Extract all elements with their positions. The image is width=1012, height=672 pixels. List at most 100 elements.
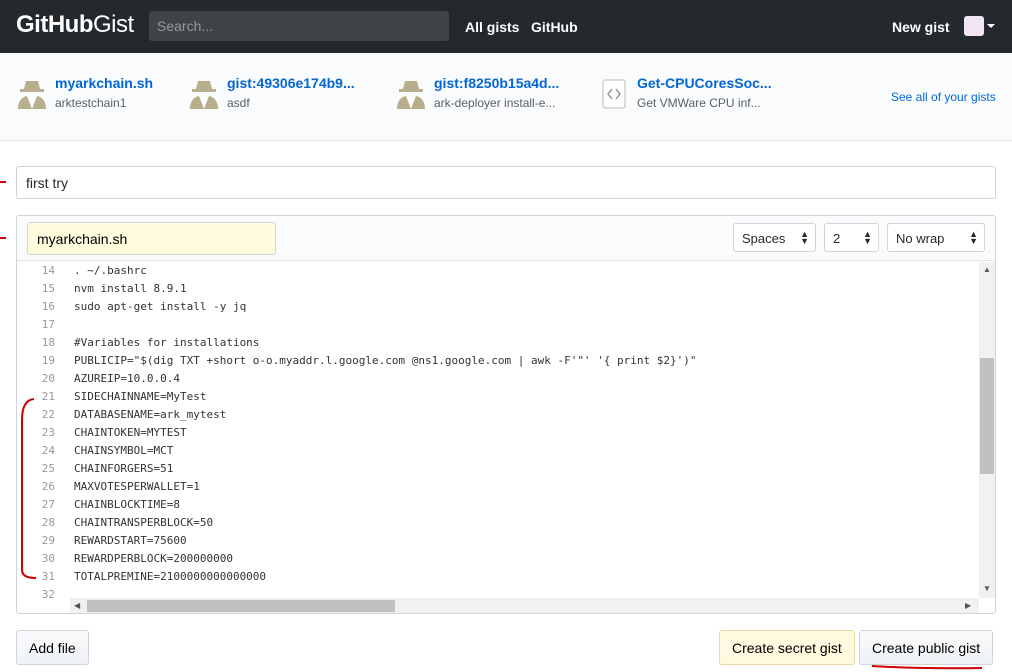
wrap-mode-select[interactable]: No wrap ▲ ▼ (887, 223, 985, 252)
add-file-button[interactable]: Add file (16, 630, 89, 665)
line-content: REWARDPERBLOCK=200000000 (74, 552, 233, 565)
line-number: 21 (41, 390, 55, 403)
avatar[interactable] (964, 16, 984, 36)
code-line: 28 CHAINTRANSPERBLOCK=50 (17, 514, 979, 532)
line-number: 22 (41, 408, 55, 421)
code-line: 18 #Variables for installations (17, 334, 979, 352)
code-line: 21 SIDECHAINNAME=MyTest (17, 388, 979, 406)
indent-size-select[interactable]: 2 ▲ ▼ (824, 223, 879, 252)
recent-gist-desc: asdf (227, 96, 250, 110)
line-content: . ~/.bashrc (74, 264, 147, 277)
code-line: 16 sudo apt-get install -y jq (17, 298, 979, 316)
file-editor: Spaces▲▼ 2▲▼ No wrap▲▼ 14. ~/.bashrc15nv… (16, 215, 996, 614)
code-file-icon (602, 79, 626, 109)
line-content: sudo apt-get install -y jq (74, 300, 247, 313)
recent-gist-title[interactable]: gist:49306e174b9... (227, 75, 355, 91)
line-content: #Variables for installations (74, 336, 260, 349)
nav-all-gists[interactable]: All gists (465, 19, 519, 35)
code-line: 20 AZUREIP=10.0.0.4 (17, 370, 979, 388)
chevron-down-icon[interactable] (987, 24, 995, 32)
line-number: 32 (41, 588, 55, 598)
line-number: 26 (41, 480, 55, 493)
gist-logo[interactable]: GitHubGist (16, 11, 134, 39)
recent-gist-title[interactable]: Get-CPUCoresSoc... (637, 75, 772, 91)
line-content: nvm install 8.9.1 (74, 282, 187, 295)
code-editor[interactable]: 14 . ~/.bashrc 15 nvm install 8.9.1 16 sudo a… (17, 262, 979, 598)
select-arrows-icon: ▲ ▼ (863, 229, 872, 246)
header: GitHubGist All gists GitHub New gist (0, 0, 1012, 53)
code-line: 31 TOTALPREMINE=2100000000000000 (17, 568, 979, 586)
code-line: 27 CHAINBLOCKTIME=8 (17, 496, 979, 514)
wrap-mode-value: No wrap (896, 231, 945, 246)
logo-light: Gist (92, 11, 134, 38)
line-content: DATABASENAME=ark_mytest (74, 408, 227, 421)
line-number: 27 (41, 498, 55, 511)
code-line: 19 PUBLICIP="$(dig TXT +short o-o.myaddr.… (17, 352, 979, 370)
code-line: 29 REWARDSTART=75600 (17, 532, 979, 550)
search-input[interactable] (149, 11, 449, 41)
create-secret-gist-button[interactable]: Create secret gist (719, 630, 855, 665)
scrollbar-thumb[interactable] (980, 358, 994, 474)
indent-size-value: 2 (833, 231, 841, 246)
line-number: 17 (41, 318, 55, 331)
line-content: SIDECHAINNAME=MyTest (74, 390, 207, 403)
code-line: 17 (17, 316, 979, 334)
filename-input[interactable] (27, 222, 276, 255)
scroll-down-icon[interactable]: ▼ (983, 584, 991, 593)
horizontal-scrollbar[interactable]: ◀ ▶ (70, 598, 979, 613)
line-number: 23 (41, 426, 55, 439)
line-content: CHAINFORGERS=51 (74, 462, 174, 475)
recent-gist-desc: Get VMWare CPU inf... (637, 96, 761, 110)
indent-mode-value: Spaces (742, 231, 786, 246)
recent-gist-title[interactable]: gist:f8250b15a4d... (434, 75, 559, 91)
see-all-gists-link[interactable]: See all of your gists (891, 90, 996, 104)
line-content: PUBLICIP="$(dig TXT +short o-o.myaddr.l.… (74, 354, 697, 367)
code-line: 32 (17, 586, 979, 598)
code-line: 30 REWARDPERBLOCK=200000000 (17, 550, 979, 568)
scroll-right-icon[interactable]: ▶ (965, 601, 971, 610)
recent-gist-title[interactable]: myarkchain.sh (55, 75, 153, 91)
scroll-up-icon[interactable]: ▲ (983, 265, 991, 274)
line-number: 15 (41, 282, 55, 295)
annotation-underline (871, 665, 983, 670)
secret-agent-icon (397, 81, 425, 109)
line-number: 24 (41, 444, 55, 457)
line-number: 18 (41, 336, 55, 349)
code-line: 15 nvm install 8.9.1 (17, 280, 979, 298)
line-number: 31 (41, 570, 55, 583)
line-content: CHAINTRANSPERBLOCK=50 (74, 516, 214, 529)
indent-mode-select[interactable]: Spaces ▲ ▼ (733, 223, 816, 252)
description-input[interactable] (16, 166, 996, 199)
line-content: AZUREIP=10.0.0.4 (74, 372, 180, 385)
line-content: TOTALPREMINE=2100000000000000 (74, 570, 267, 583)
secret-agent-icon (18, 81, 46, 109)
line-number: 20 (41, 372, 55, 385)
line-number: 14 (41, 264, 55, 277)
create-public-gist-button[interactable]: Create public gist (859, 630, 994, 665)
line-number: 25 (41, 462, 55, 475)
line-content: MAXVOTESPERWALLET=1 (74, 480, 200, 493)
code-line: 26 MAXVOTESPERWALLET=1 (17, 478, 979, 496)
code-line: 14 . ~/.bashrc (17, 262, 979, 280)
select-arrows-icon: ▲ ▼ (800, 229, 809, 246)
nav-github[interactable]: GitHub (531, 19, 578, 35)
select-arrows-icon: ▲ ▼ (969, 229, 978, 246)
line-number: 19 (41, 354, 55, 367)
recent-gist-desc: ark-deployer install-e... (434, 96, 556, 110)
line-content: REWARDSTART=75600 (74, 534, 187, 547)
recent-gists-bar: myarkchain.sh arktestchain1 gist:49306e1… (0, 53, 1012, 141)
line-content: CHAINBLOCKTIME=8 (74, 498, 180, 511)
code-line: 23 CHAINTOKEN=MYTEST (17, 424, 979, 442)
code-line: 24 CHAINSYMBOL=MCT (17, 442, 979, 460)
scrollbar-thumb[interactable] (87, 600, 395, 612)
line-number: 28 (41, 516, 55, 529)
recent-gist-desc: arktestchain1 (55, 96, 127, 110)
line-content: CHAINTOKEN=MYTEST (74, 426, 187, 439)
line-number: 29 (41, 534, 55, 547)
line-number: 30 (41, 552, 55, 565)
logo-bold: GitHub (16, 11, 93, 38)
line-content: CHAINSYMBOL=MCT (74, 444, 174, 457)
vertical-scrollbar[interactable]: ▲ ▼ (979, 262, 995, 598)
new-gist-link[interactable]: New gist (892, 19, 950, 35)
scroll-left-icon[interactable]: ◀ (74, 601, 80, 610)
